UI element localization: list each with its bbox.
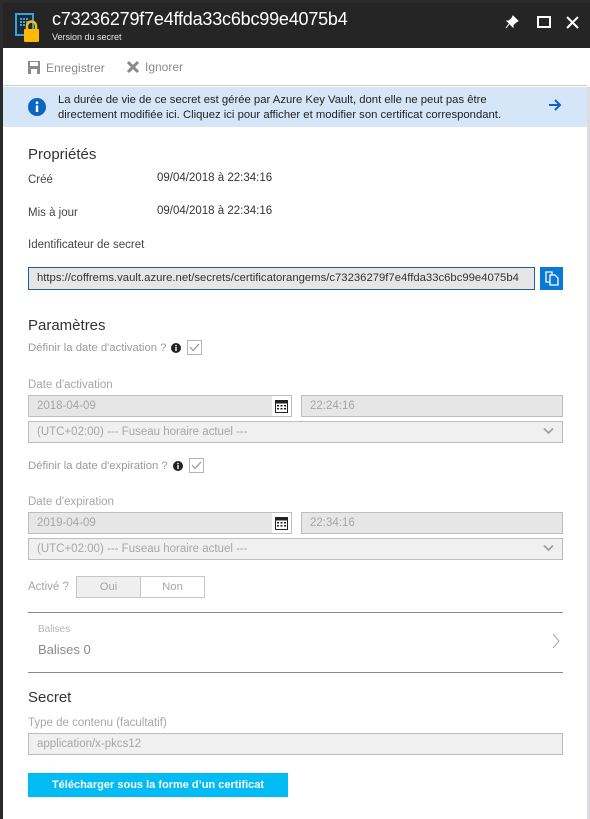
created-label: Créé bbox=[28, 174, 53, 186]
close-icon bbox=[565, 15, 579, 29]
info-banner-text: La durée de vie de ce secret est gérée p… bbox=[58, 94, 502, 121]
expiration-date-value: 2019-04-09 bbox=[37, 517, 96, 529]
updated-value: 09/04/2018 à 22:34:16 bbox=[157, 205, 273, 217]
expiration-date-label: Date d'expiration bbox=[28, 496, 114, 508]
info-banner[interactable]: La durée de vie de ce secret est gérée p… bbox=[3, 87, 587, 127]
expiration-calendar-button[interactable] bbox=[272, 513, 291, 533]
enabled-no-option[interactable]: Non bbox=[141, 577, 204, 597]
info-icon bbox=[28, 98, 46, 116]
tags-row[interactable]: Balises Balises 0 bbox=[28, 615, 563, 673]
copy-to-clipboard-button[interactable] bbox=[540, 267, 563, 290]
secret-heading: Secret bbox=[28, 689, 72, 706]
divider bbox=[28, 672, 563, 673]
expiration-checkbox-row: Définir la date d'expiration ? bbox=[28, 458, 204, 473]
command-bar: Enregistrer Ignorer bbox=[3, 48, 587, 86]
created-value: 09/04/2018 à 22:34:16 bbox=[157, 172, 273, 184]
info-icon[interactable] bbox=[171, 342, 182, 353]
blade-subtitle: Version du secret bbox=[52, 32, 122, 42]
activation-timezone-value: (UTC+02:00) --- Fuseau horaire actuel --… bbox=[37, 426, 248, 438]
copy-icon bbox=[544, 271, 559, 286]
arrow-right-icon[interactable] bbox=[548, 99, 562, 111]
key-vault-secret-icon bbox=[15, 13, 41, 43]
discard-button[interactable]: Ignorer bbox=[126, 60, 183, 74]
settings-heading: Paramètres bbox=[28, 317, 106, 334]
secret-version-blade: c73236279f7e4ffda33c6bc99e4075b4 Version… bbox=[3, 3, 590, 819]
activation-timezone-select[interactable]: (UTC+02:00) --- Fuseau horaire actuel --… bbox=[28, 421, 563, 443]
maximize-icon bbox=[537, 16, 551, 28]
expiration-checkbox[interactable] bbox=[188, 458, 204, 473]
close-button[interactable] bbox=[562, 12, 582, 32]
chevron-down-icon bbox=[543, 544, 554, 552]
activation-checkbox-row: Définir la date d'activation ? bbox=[28, 340, 203, 355]
divider bbox=[28, 612, 563, 613]
activation-calendar-button[interactable] bbox=[272, 396, 291, 416]
chevron-right-icon bbox=[552, 633, 560, 649]
calendar-icon bbox=[275, 516, 288, 530]
enabled-label: Activé ? bbox=[28, 581, 69, 593]
activation-checkbox-label: Définir la date d'activation ? bbox=[28, 341, 167, 354]
save-button[interactable]: Enregistrer bbox=[27, 60, 105, 75]
activation-checkbox[interactable] bbox=[187, 340, 203, 355]
discard-icon bbox=[126, 60, 140, 74]
info-icon[interactable] bbox=[172, 460, 183, 471]
save-label: Enregistrer bbox=[46, 60, 105, 75]
checkmark-icon bbox=[189, 343, 200, 352]
activation-time-input[interactable]: 22:24:16 bbox=[301, 395, 563, 417]
enabled-toggle: Oui Non bbox=[76, 576, 205, 598]
secret-identifier-field[interactable]: https://coffrems.vault.azure.net/secrets… bbox=[28, 267, 535, 290]
tags-value: Balises 0 bbox=[38, 642, 91, 657]
pin-icon bbox=[505, 15, 519, 29]
properties-heading: Propriétés bbox=[28, 146, 97, 163]
save-icon bbox=[28, 61, 40, 74]
activation-date-label: Date d'activation bbox=[28, 379, 113, 391]
expiration-date-input[interactable]: 2019-04-09 bbox=[28, 512, 292, 534]
updated-label: Mis à jour bbox=[28, 207, 78, 219]
content-type-input[interactable]: application/x-pkcs12 bbox=[28, 733, 563, 755]
blade-header: c73236279f7e4ffda33c6bc99e4075b4 Version… bbox=[3, 3, 590, 48]
content-type-label: Type de contenu (facultatif) bbox=[28, 717, 167, 729]
expiration-timezone-value: (UTC+02:00) --- Fuseau horaire actuel --… bbox=[37, 543, 248, 555]
identifier-label: Identificateur de secret bbox=[28, 239, 145, 251]
expiration-time-input[interactable]: 22:34:16 bbox=[301, 512, 563, 534]
activation-date-input[interactable]: 2018-04-09 bbox=[28, 395, 292, 417]
discard-label: Ignorer bbox=[145, 60, 184, 74]
tags-label: Balises bbox=[38, 624, 71, 635]
checkmark-icon bbox=[191, 461, 202, 470]
maximize-button[interactable] bbox=[534, 12, 554, 32]
calendar-icon bbox=[275, 399, 288, 413]
blade-title: c73236279f7e4ffda33c6bc99e4075b4 bbox=[52, 9, 348, 29]
expiration-checkbox-label: Définir la date d'expiration ? bbox=[28, 459, 168, 472]
enabled-yes-option[interactable]: Oui bbox=[77, 577, 141, 597]
expiration-timezone-select[interactable]: (UTC+02:00) --- Fuseau horaire actuel --… bbox=[28, 538, 563, 560]
download-certificate-button[interactable]: Télécharger sous la forme d’un certifica… bbox=[28, 773, 288, 797]
pin-button[interactable] bbox=[502, 12, 522, 32]
activation-date-value: 2018-04-09 bbox=[37, 400, 96, 412]
chevron-down-icon bbox=[543, 427, 554, 435]
